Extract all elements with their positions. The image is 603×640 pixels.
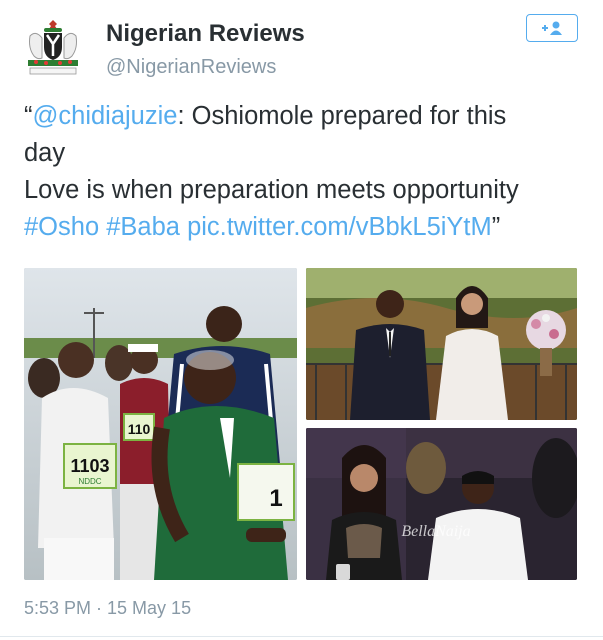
bib-number-110: 110 — [128, 421, 151, 437]
divider — [0, 636, 603, 637]
coat-of-arms-icon — [22, 16, 84, 78]
couple-outdoor-photo-image — [306, 268, 577, 420]
photo-event[interactable]: BellaNaija — [306, 428, 577, 580]
event-photo-image: BellaNaija — [306, 428, 577, 580]
tweet-timestamp[interactable]: 5:53 PM · 15 May 15 — [24, 598, 191, 619]
hashtag-baba[interactable]: #Baba — [106, 213, 180, 241]
mention-link[interactable]: @chidiajuzie — [33, 102, 178, 130]
tweet-text-segment: : Oshiomole prepared for this — [177, 102, 507, 130]
bellanaija-watermark: BellaNaija — [401, 523, 470, 540]
tweet-line-1: “@chidiajuzie: Oshiomole prepared for th… — [24, 98, 589, 135]
bib-sponsor: NDDC — [78, 477, 101, 486]
tweet-line-2: day — [24, 139, 66, 167]
open-quote: “ — [24, 102, 33, 130]
tweet-line-4: #Osho #Baba pic.twitter.com/vBbkL5iYtM” — [24, 209, 589, 246]
account-name[interactable]: Nigerian Reviews — [106, 20, 305, 48]
bib-number-1103: 1103 — [70, 456, 109, 476]
follow-button[interactable] — [526, 14, 578, 42]
close-quote: ” — [491, 213, 501, 241]
account-handle[interactable]: @NigerianReviews — [106, 56, 276, 79]
pic-link[interactable]: pic.twitter.com/vBbkL5iYtM — [187, 213, 492, 241]
add-user-icon — [542, 21, 562, 35]
tweet-text: “@chidiajuzie: Oshiomole prepared for th… — [24, 98, 589, 246]
avatar[interactable] — [22, 16, 84, 78]
bib-number-1: 1 — [269, 485, 282, 512]
tweet-line-3: Love is when preparation meets opportuni… — [24, 176, 519, 204]
photo-marathon[interactable]: 1103 NDDC 110 1 — [24, 268, 297, 580]
photo-couple-outdoor[interactable] — [306, 268, 577, 420]
marathon-photo-image: 1103 NDDC 110 1 — [24, 268, 297, 580]
hashtag-osho[interactable]: #Osho — [24, 213, 99, 241]
